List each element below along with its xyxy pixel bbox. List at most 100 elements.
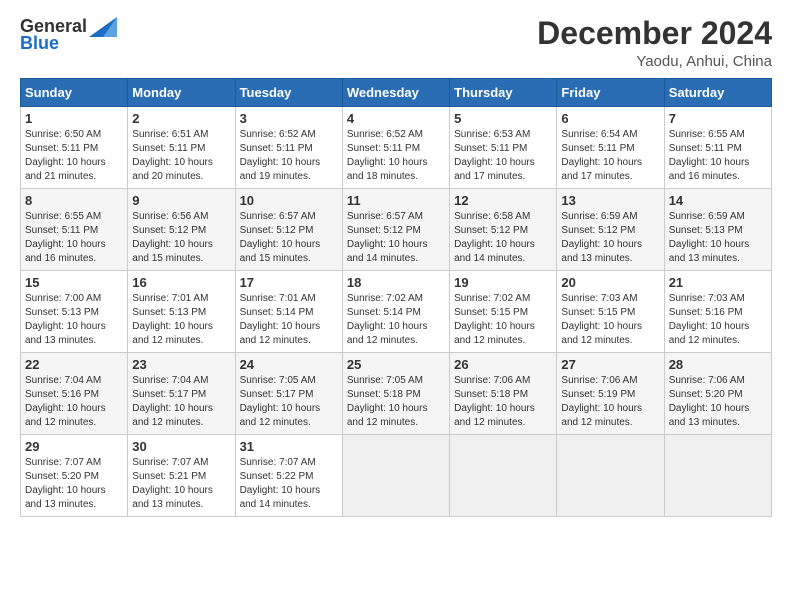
title-block: December 2024 Yaodu, Anhui, China bbox=[537, 16, 772, 70]
day-number: 26 bbox=[454, 357, 552, 372]
table-row bbox=[664, 435, 771, 517]
day-number: 21 bbox=[669, 275, 767, 290]
table-row: 15 Sunrise: 7:00 AMSunset: 5:13 PMDayligh… bbox=[21, 271, 128, 353]
day-detail: Sunrise: 7:01 AMSunset: 5:13 PMDaylight:… bbox=[132, 293, 213, 346]
day-detail: Sunrise: 6:57 AMSunset: 5:12 PMDaylight:… bbox=[240, 211, 321, 264]
table-row bbox=[557, 435, 664, 517]
day-number: 6 bbox=[561, 111, 659, 126]
day-detail: Sunrise: 7:06 AMSunset: 5:20 PMDaylight:… bbox=[669, 375, 750, 428]
table-row: 21 Sunrise: 7:03 AMSunset: 5:16 PMDayligh… bbox=[664, 271, 771, 353]
day-detail: Sunrise: 6:52 AMSunset: 5:11 PMDaylight:… bbox=[240, 129, 321, 182]
day-number: 23 bbox=[132, 357, 230, 372]
table-row: 6 Sunrise: 6:54 AMSunset: 5:11 PMDaylight… bbox=[557, 107, 664, 189]
col-thursday: Thursday bbox=[450, 79, 557, 107]
day-number: 10 bbox=[240, 193, 338, 208]
day-detail: Sunrise: 7:07 AMSunset: 5:20 PMDaylight:… bbox=[25, 457, 106, 510]
day-detail: Sunrise: 7:03 AMSunset: 5:16 PMDaylight:… bbox=[669, 293, 750, 346]
header: General Blue December 2024 Yaodu, Anhui,… bbox=[20, 16, 772, 70]
day-number: 24 bbox=[240, 357, 338, 372]
day-number: 7 bbox=[669, 111, 767, 126]
day-number: 30 bbox=[132, 439, 230, 454]
table-row: 31 Sunrise: 7:07 AMSunset: 5:22 PMDayligh… bbox=[235, 435, 342, 517]
calendar-header: Sunday Monday Tuesday Wednesday Thursday… bbox=[21, 79, 772, 107]
table-row: 13Sunrise: 6:59 AMSunset: 5:12 PMDayligh… bbox=[557, 189, 664, 271]
day-number: 15 bbox=[25, 275, 123, 290]
table-row: 10 Sunrise: 6:57 AMSunset: 5:12 PMDayligh… bbox=[235, 189, 342, 271]
day-detail: Sunrise: 6:55 AMSunset: 5:11 PMDaylight:… bbox=[669, 129, 750, 182]
logo: General Blue bbox=[20, 16, 117, 54]
table-row: 25 Sunrise: 7:05 AMSunset: 5:18 PMDayligh… bbox=[342, 353, 449, 435]
table-row: 17Sunrise: 7:01 AMSunset: 5:14 PMDayligh… bbox=[235, 271, 342, 353]
main-container: General Blue December 2024 Yaodu, Anhui,… bbox=[0, 0, 792, 527]
table-row: 4 Sunrise: 6:52 AMSunset: 5:11 PMDaylight… bbox=[342, 107, 449, 189]
table-row: 30 Sunrise: 7:07 AMSunset: 5:21 PMDayligh… bbox=[128, 435, 235, 517]
col-sunday: Sunday bbox=[21, 79, 128, 107]
day-number: 8 bbox=[25, 193, 123, 208]
table-row: 7 Sunrise: 6:55 AMSunset: 5:11 PMDaylight… bbox=[664, 107, 771, 189]
day-number: 19 bbox=[454, 275, 552, 290]
day-number: 4 bbox=[347, 111, 445, 126]
day-detail: Sunrise: 6:56 AMSunset: 5:12 PMDaylight:… bbox=[132, 211, 213, 264]
day-detail: Sunrise: 7:07 AMSunset: 5:22 PMDaylight:… bbox=[240, 457, 321, 510]
day-number: 2 bbox=[132, 111, 230, 126]
day-number: 18 bbox=[347, 275, 445, 290]
table-row bbox=[450, 435, 557, 517]
day-detail: Sunrise: 6:52 AMSunset: 5:11 PMDaylight:… bbox=[347, 129, 428, 182]
table-row: 3 Sunrise: 6:52 AMSunset: 5:11 PMDaylight… bbox=[235, 107, 342, 189]
day-detail: Sunrise: 7:05 AMSunset: 5:17 PMDaylight:… bbox=[240, 375, 321, 428]
day-number: 16 bbox=[132, 275, 230, 290]
table-row: 20 Sunrise: 7:03 AMSunset: 5:15 PMDayligh… bbox=[557, 271, 664, 353]
table-row: 22 Sunrise: 7:04 AMSunset: 5:16 PMDayligh… bbox=[21, 353, 128, 435]
table-row bbox=[342, 435, 449, 517]
col-monday: Monday bbox=[128, 79, 235, 107]
table-row: 24 Sunrise: 7:05 AMSunset: 5:17 PMDayligh… bbox=[235, 353, 342, 435]
table-row: 9Sunrise: 6:56 AMSunset: 5:12 PMDaylight… bbox=[128, 189, 235, 271]
col-saturday: Saturday bbox=[664, 79, 771, 107]
table-row: 23 Sunrise: 7:04 AMSunset: 5:17 PMDayligh… bbox=[128, 353, 235, 435]
day-detail: Sunrise: 6:59 AMSunset: 5:13 PMDaylight:… bbox=[669, 211, 750, 264]
day-detail: Sunrise: 6:51 AMSunset: 5:11 PMDaylight:… bbox=[132, 129, 213, 182]
table-row: 26 Sunrise: 7:06 AMSunset: 5:18 PMDayligh… bbox=[450, 353, 557, 435]
day-detail: Sunrise: 7:04 AMSunset: 5:16 PMDaylight:… bbox=[25, 375, 106, 428]
day-number: 29 bbox=[25, 439, 123, 454]
day-detail: Sunrise: 7:00 AMSunset: 5:13 PMDaylight:… bbox=[25, 293, 106, 346]
day-detail: Sunrise: 7:02 AMSunset: 5:14 PMDaylight:… bbox=[347, 293, 428, 346]
table-row: 12 Sunrise: 6:58 AMSunset: 5:12 PMDayligh… bbox=[450, 189, 557, 271]
day-detail: Sunrise: 7:03 AMSunset: 5:15 PMDaylight:… bbox=[561, 293, 642, 346]
logo-icon bbox=[89, 17, 117, 37]
day-detail: Sunrise: 6:54 AMSunset: 5:11 PMDaylight:… bbox=[561, 129, 642, 182]
day-detail: Sunrise: 6:55 AMSunset: 5:11 PMDaylight:… bbox=[25, 211, 106, 264]
col-friday: Friday bbox=[557, 79, 664, 107]
day-number: 17 bbox=[240, 275, 338, 290]
day-detail: Sunrise: 6:57 AMSunset: 5:12 PMDaylight:… bbox=[347, 211, 428, 264]
day-number: 11 bbox=[347, 193, 445, 208]
day-number: 31 bbox=[240, 439, 338, 454]
day-detail: Sunrise: 6:50 AMSunset: 5:11 PMDaylight:… bbox=[25, 129, 106, 182]
col-tuesday: Tuesday bbox=[235, 79, 342, 107]
day-detail: Sunrise: 7:07 AMSunset: 5:21 PMDaylight:… bbox=[132, 457, 213, 510]
day-detail: Sunrise: 6:53 AMSunset: 5:11 PMDaylight:… bbox=[454, 129, 535, 182]
day-number: 14 bbox=[669, 193, 767, 208]
calendar-body: 1 Sunrise: 6:50 AMSunset: 5:11 PMDaylight… bbox=[21, 107, 772, 517]
table-row: 5 Sunrise: 6:53 AMSunset: 5:11 PMDaylight… bbox=[450, 107, 557, 189]
month-title: December 2024 bbox=[537, 16, 772, 51]
table-row: 1 Sunrise: 6:50 AMSunset: 5:11 PMDaylight… bbox=[21, 107, 128, 189]
day-detail: Sunrise: 7:06 AMSunset: 5:18 PMDaylight:… bbox=[454, 375, 535, 428]
table-row: 18 Sunrise: 7:02 AMSunset: 5:14 PMDayligh… bbox=[342, 271, 449, 353]
day-detail: Sunrise: 7:04 AMSunset: 5:17 PMDaylight:… bbox=[132, 375, 213, 428]
location: Yaodu, Anhui, China bbox=[537, 53, 772, 70]
calendar-table: Sunday Monday Tuesday Wednesday Thursday… bbox=[20, 78, 772, 517]
day-number: 20 bbox=[561, 275, 659, 290]
day-number: 3 bbox=[240, 111, 338, 126]
col-wednesday: Wednesday bbox=[342, 79, 449, 107]
day-number: 1 bbox=[25, 111, 123, 126]
table-row: 19Sunrise: 7:02 AMSunset: 5:15 PMDayligh… bbox=[450, 271, 557, 353]
day-number: 13 bbox=[561, 193, 659, 208]
day-number: 25 bbox=[347, 357, 445, 372]
day-number: 12 bbox=[454, 193, 552, 208]
day-detail: Sunrise: 7:05 AMSunset: 5:18 PMDaylight:… bbox=[347, 375, 428, 428]
day-detail: Sunrise: 6:58 AMSunset: 5:12 PMDaylight:… bbox=[454, 211, 535, 264]
table-row: 27Sunrise: 7:06 AMSunset: 5:19 PMDayligh… bbox=[557, 353, 664, 435]
day-number: 5 bbox=[454, 111, 552, 126]
day-number: 22 bbox=[25, 357, 123, 372]
